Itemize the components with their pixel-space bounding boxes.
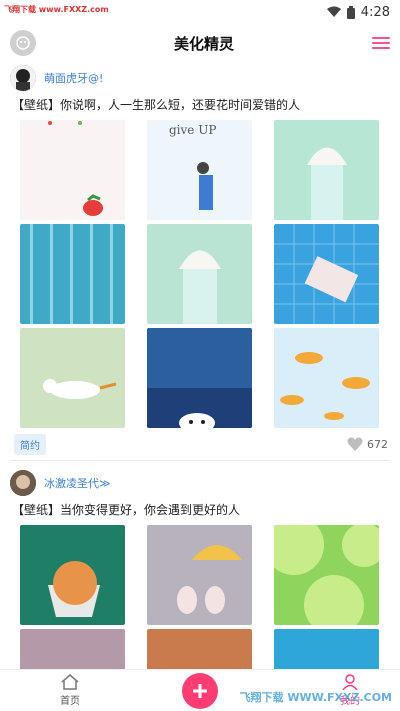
add-button[interactable]: [182, 673, 218, 709]
brand-watermark: 飞翔下载 WWW.FXXZ.COM: [239, 691, 392, 704]
wallpaper-thumbnail[interactable]: [274, 328, 379, 428]
wallpaper-thumbnail[interactable]: [20, 629, 125, 669]
status-icons: 4:28: [326, 4, 390, 20]
wallpaper-thumbnail[interactable]: [20, 224, 125, 324]
like-count: 672: [367, 437, 388, 451]
home-icon: [61, 674, 79, 690]
nav-home[interactable]: 首页: [60, 674, 80, 707]
wallpaper-thumbnail[interactable]: [274, 629, 379, 669]
image-grid: give UP: [10, 116, 390, 428]
wallpaper-thumbnail[interactable]: [147, 629, 252, 669]
bottom-nav: 首页 我的 飞翔下载 WWW.FXXZ.COM: [0, 669, 400, 711]
avatar[interactable]: [10, 470, 36, 496]
post-text: 【壁纸】当你变得更好，你会遇到更好的人: [12, 503, 241, 517]
category-tag[interactable]: 简约: [14, 433, 46, 455]
battery-icon: [346, 5, 355, 19]
heart-icon: [347, 437, 363, 451]
page-title: 美化精灵: [173, 34, 234, 53]
post-card[interactable]: 萌面虎牙@! 【壁纸】你说啊，人一生那么短，还要花时间爱错的人 give UP: [0, 62, 400, 460]
image-grid: [10, 521, 390, 669]
feed[interactable]: 萌面虎牙@! 【壁纸】你说啊，人一生那么短，还要花时间爱错的人 give UP: [0, 62, 400, 669]
post-header: 冰激凌圣代≫: [10, 467, 390, 499]
wifi-icon: [326, 6, 341, 17]
user-icon: [342, 674, 358, 690]
post-text: 【壁纸】你说啊，人一生那么短，还要花时间爱错的人: [12, 98, 301, 112]
username[interactable]: 冰激凌圣代≫: [44, 475, 111, 491]
status-time: 4:28: [360, 4, 390, 20]
status-watermark: 飞翔下载 www.FXXZ.com: [4, 5, 109, 14]
wallpaper-thumbnail[interactable]: [20, 328, 125, 428]
app-logo-icon[interactable]: [10, 30, 36, 56]
like-button[interactable]: 672: [347, 437, 388, 451]
wallpaper-thumbnail[interactable]: [274, 224, 379, 324]
username[interactable]: 萌面虎牙@!: [44, 70, 103, 86]
wallpaper-thumbnail[interactable]: [147, 328, 252, 428]
post-footer: 简约 672: [10, 428, 390, 460]
wallpaper-thumbnail[interactable]: give UP: [147, 120, 252, 220]
post-card[interactable]: 冰激凌圣代≫ 【壁纸】当你变得更好，你会遇到更好的人: [0, 467, 400, 669]
nav-home-label: 首页: [60, 696, 80, 707]
wallpaper-thumbnail[interactable]: [147, 525, 252, 625]
wallpaper-thumbnail[interactable]: [20, 120, 125, 220]
post-header: 萌面虎牙@!: [10, 62, 390, 94]
wallpaper-thumbnail[interactable]: [20, 525, 125, 625]
avatar[interactable]: [10, 65, 36, 91]
plus-icon: [193, 684, 207, 698]
divider: [10, 460, 390, 461]
status-bar: 飞翔下载 www.FXXZ.com 4:28: [0, 0, 400, 24]
wallpaper-thumbnail[interactable]: [147, 224, 252, 324]
menu-icon[interactable]: [371, 37, 390, 49]
wallpaper-thumbnail[interactable]: [274, 525, 379, 625]
app-header: 美化精灵: [0, 24, 400, 62]
svg-text:give UP: give UP: [169, 123, 216, 137]
wallpaper-thumbnail[interactable]: [274, 120, 379, 220]
